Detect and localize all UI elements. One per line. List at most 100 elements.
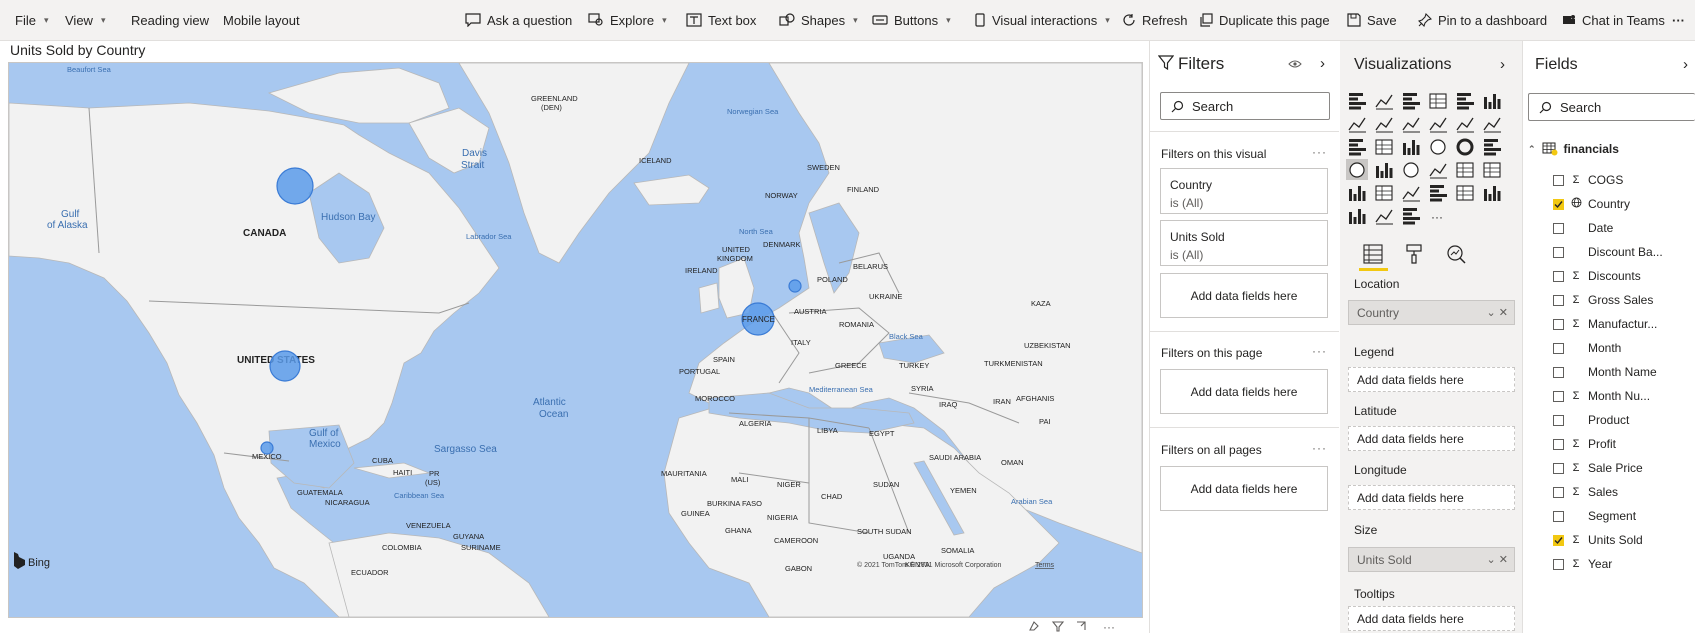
checkbox[interactable] bbox=[1553, 174, 1564, 186]
filters-page-more[interactable]: ··· bbox=[1312, 344, 1327, 358]
explore-menu[interactable]: Explore ▾ bbox=[588, 0, 667, 40]
collapse-viz-icon[interactable]: › bbox=[1500, 56, 1505, 73]
checkbox[interactable] bbox=[1553, 558, 1564, 570]
well-latitude[interactable]: Add data fields here bbox=[1348, 426, 1515, 451]
collapse-filters-icon[interactable]: › bbox=[1320, 55, 1325, 72]
paginated-icon[interactable] bbox=[1349, 209, 1366, 224]
more-visuals-icon[interactable]: ··· bbox=[1431, 210, 1443, 224]
kpi-icon[interactable] bbox=[1483, 162, 1501, 178]
more-menu-button[interactable]: ··· bbox=[1672, 0, 1685, 40]
clustered-bar-icon[interactable] bbox=[1403, 93, 1420, 110]
refresh-button[interactable]: Refresh bbox=[1122, 0, 1188, 40]
checkbox[interactable] bbox=[1553, 438, 1564, 450]
checkbox[interactable] bbox=[1553, 270, 1564, 282]
filters-visual-more[interactable]: ··· bbox=[1312, 145, 1327, 159]
line-column-icon[interactable] bbox=[1429, 117, 1447, 133]
bubble-united-states[interactable] bbox=[269, 350, 301, 382]
well-tooltips[interactable]: Add data fields here bbox=[1348, 606, 1515, 631]
field-item[interactable]: Σ Year bbox=[1553, 553, 1612, 575]
well-longitude[interactable]: Add data fields here bbox=[1348, 485, 1515, 510]
field-item[interactable]: Month Name bbox=[1553, 361, 1657, 383]
visual-interactions-menu[interactable]: Visual interactions ▾ bbox=[974, 0, 1110, 40]
field-item[interactable]: Σ Gross Sales bbox=[1553, 289, 1653, 311]
pin-visual-icon[interactable] bbox=[1029, 621, 1039, 631]
checkbox[interactable] bbox=[1553, 462, 1564, 474]
multirow-card-icon[interactable] bbox=[1456, 162, 1474, 178]
map-icon[interactable] bbox=[1346, 159, 1368, 180]
well-remove-icon[interactable]: ⌄ ✕ bbox=[1487, 306, 1509, 319]
treemap-icon[interactable] bbox=[1484, 139, 1501, 156]
focus-mode-icon[interactable] bbox=[1077, 621, 1086, 630]
field-item[interactable]: Discount Ba... bbox=[1553, 241, 1663, 263]
gauge-icon[interactable] bbox=[1403, 162, 1419, 178]
area-chart-icon[interactable] bbox=[1375, 117, 1393, 133]
field-item[interactable]: Σ Sale Price bbox=[1553, 457, 1643, 479]
field-item[interactable]: Segment bbox=[1553, 505, 1636, 527]
checkbox[interactable] bbox=[1553, 342, 1564, 354]
line-chart-icon[interactable] bbox=[1348, 117, 1366, 133]
decomposition-icon[interactable] bbox=[1456, 185, 1474, 201]
more-options-icon[interactable]: ··· bbox=[1103, 620, 1115, 633]
checkbox[interactable] bbox=[1553, 294, 1564, 306]
field-item[interactable]: Σ Discounts bbox=[1553, 265, 1641, 287]
map-canvas[interactable]: Beaufort Sea Norwegian Sea Labrador Sea … bbox=[9, 63, 1142, 617]
slicer-icon[interactable] bbox=[1349, 186, 1366, 201]
filters-all-more[interactable]: ··· bbox=[1312, 441, 1327, 455]
bubble-mexico[interactable] bbox=[260, 441, 274, 455]
checkbox[interactable] bbox=[1553, 486, 1564, 498]
100-column-icon[interactable] bbox=[1484, 94, 1501, 109]
filled-map-icon[interactable] bbox=[1376, 163, 1393, 178]
chat-teams-button[interactable]: Chat in Teams bbox=[1562, 0, 1665, 40]
collapse-fields-icon[interactable]: › bbox=[1683, 56, 1688, 73]
buttons-menu[interactable]: Buttons ▾ bbox=[872, 0, 951, 40]
mobile-layout-button[interactable]: Mobile layout bbox=[223, 0, 300, 40]
field-item[interactable]: Month bbox=[1553, 337, 1621, 359]
table-icon[interactable] bbox=[1375, 185, 1393, 201]
well-location[interactable]: Country ⌄ ✕ bbox=[1348, 300, 1515, 325]
format-paintbrush-icon[interactable] bbox=[1403, 243, 1425, 265]
map-terms-link[interactable]: Terms bbox=[1035, 562, 1055, 569]
r-visual-icon[interactable] bbox=[1430, 185, 1447, 202]
100-bar-icon[interactable] bbox=[1457, 93, 1474, 110]
checkbox[interactable] bbox=[1553, 246, 1564, 258]
reading-view-button[interactable]: Reading view bbox=[131, 0, 209, 40]
well-size[interactable]: Units Sold ⌄ ✕ bbox=[1348, 547, 1515, 572]
clustered-column-icon[interactable] bbox=[1429, 93, 1447, 109]
bubble-germany[interactable] bbox=[788, 279, 802, 293]
field-item[interactable]: Σ Manufactur... bbox=[1553, 313, 1657, 335]
save-button[interactable]: Save bbox=[1347, 0, 1397, 40]
filter-card-country[interactable]: Country is (All) bbox=[1160, 168, 1328, 214]
checkbox-checked[interactable] bbox=[1553, 198, 1564, 210]
qa-icon[interactable] bbox=[1484, 186, 1501, 201]
funnel-icon[interactable] bbox=[1375, 139, 1393, 155]
field-item[interactable]: Σ Month Nu... bbox=[1553, 385, 1650, 407]
collapse-table-icon[interactable]: ⌃ bbox=[1528, 144, 1536, 155]
power-apps-icon[interactable] bbox=[1403, 208, 1420, 225]
card-icon[interactable] bbox=[1429, 163, 1447, 179]
filter-visual-icon[interactable] bbox=[1051, 621, 1065, 632]
ribbon-icon[interactable] bbox=[1483, 117, 1501, 133]
donut-icon[interactable] bbox=[1456, 138, 1474, 156]
well-legend[interactable]: Add data fields here bbox=[1348, 367, 1515, 392]
waterfall-icon[interactable] bbox=[1349, 139, 1366, 156]
eye-icon[interactable] bbox=[1288, 59, 1302, 69]
file-menu[interactable]: File ▾ bbox=[15, 0, 48, 40]
filters-visual-drop-zone[interactable]: Add data fields here bbox=[1160, 273, 1328, 318]
field-item[interactable]: Date bbox=[1553, 217, 1613, 239]
text-box-button[interactable]: Text box bbox=[686, 0, 756, 40]
pie-icon[interactable] bbox=[1430, 139, 1446, 155]
shapes-menu[interactable]: Shapes ▾ bbox=[779, 0, 858, 40]
stacked-column-icon[interactable] bbox=[1375, 94, 1393, 110]
fields-search-input[interactable]: Search bbox=[1528, 93, 1695, 121]
field-item[interactable]: Σ COGS bbox=[1553, 169, 1623, 191]
scatter-icon[interactable] bbox=[1403, 140, 1420, 155]
field-item[interactable]: Σ Profit bbox=[1553, 433, 1616, 455]
pin-dashboard-button[interactable]: Pin to a dashboard bbox=[1418, 0, 1547, 40]
line-clustered-icon[interactable] bbox=[1456, 117, 1474, 133]
filters-all-drop-zone[interactable]: Add data fields here bbox=[1160, 466, 1328, 511]
map-visual[interactable]: Beaufort Sea Norwegian Sea Labrador Sea … bbox=[8, 62, 1143, 618]
duplicate-page-button[interactable]: Duplicate this page bbox=[1199, 0, 1330, 40]
filter-card-units-sold[interactable]: Units Sold is (All) bbox=[1160, 220, 1328, 266]
checkbox-checked[interactable] bbox=[1553, 534, 1564, 546]
fields-tab-icon[interactable] bbox=[1362, 243, 1384, 265]
